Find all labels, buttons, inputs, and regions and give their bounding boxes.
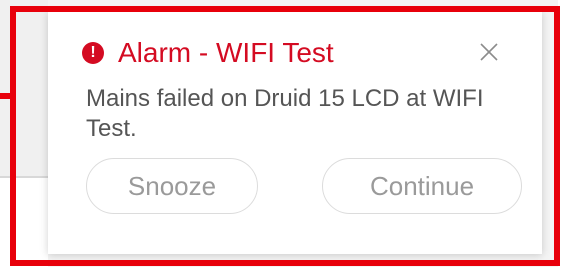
highlight-frame (10, 6, 560, 266)
highlight-pointer (0, 93, 16, 99)
